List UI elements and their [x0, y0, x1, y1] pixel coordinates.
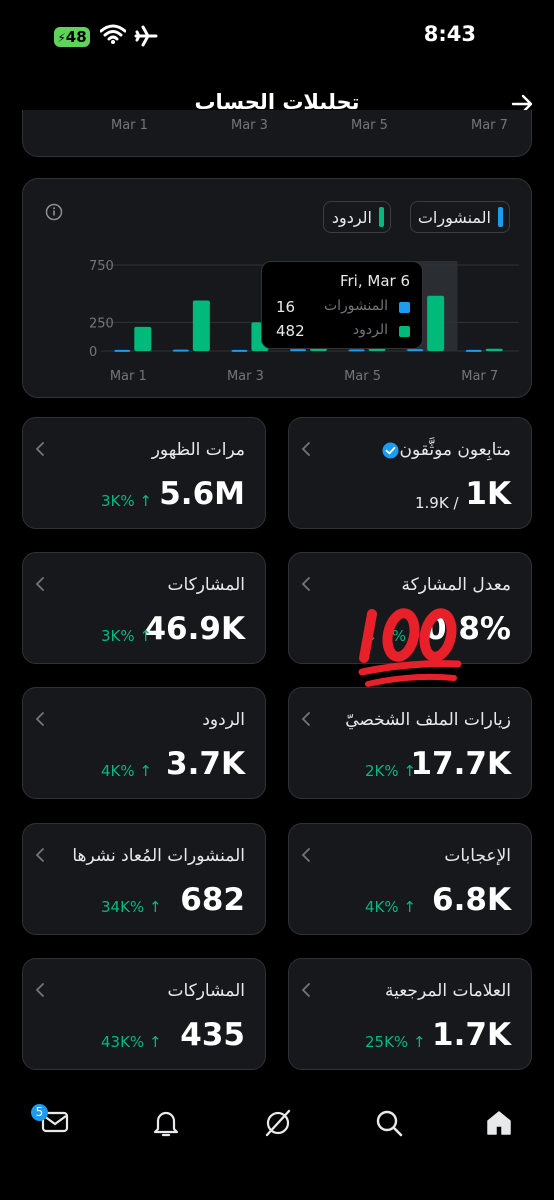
stat-card[interactable]: مرات الظهور 5.6M 3K% ↑: [22, 417, 266, 529]
tooltip-replies-label: الردود: [352, 322, 388, 338]
x-tick: Mar 3: [231, 118, 268, 133]
previous-chart-card: Mar 1 Mar 3 Mar 5 Mar 7: [22, 110, 532, 157]
stat-value: 1.7K: [432, 1017, 511, 1053]
status-time: 8:43: [423, 22, 476, 46]
stat-value: 1K: [465, 476, 511, 512]
replies-bar: [485, 348, 503, 351]
stat-value: 3.7K: [166, 746, 245, 782]
chevron-left-icon: [35, 712, 44, 726]
tooltip-posts-label: المنشورات: [323, 298, 388, 314]
x-tick-label: Mar 3: [227, 369, 264, 384]
stat-card[interactable]: المنشورات المُعاد نشرها 682 34K% ↑: [22, 823, 266, 935]
posts-bar: [231, 349, 248, 352]
stat-card[interactable]: المشاركات 435 43K% ↑: [22, 958, 266, 1070]
stat-change: 3K% ↑: [101, 627, 152, 645]
stat-value: 5.6M: [159, 476, 245, 512]
stat-card[interactable]: زيارات الملف الشخصيّ 17.7K 2K% ↑: [288, 687, 532, 799]
chevron-left-icon: [301, 712, 310, 726]
stat-title: معدل المشاركة: [401, 575, 511, 595]
verified-badge-icon: [382, 442, 399, 458]
stat-card[interactable]: العلامات المرجعية 1.7K 25K% ↑: [288, 958, 532, 1070]
stat-value: 46.9K: [144, 611, 245, 647]
stat-title: المشاركات: [167, 575, 245, 595]
replies-bar: [427, 295, 445, 351]
stat-title: المنشورات المُعاد نشرها: [72, 846, 245, 866]
x-tick-label: Mar 1: [110, 369, 147, 384]
replies-bar: [134, 326, 152, 351]
x-tick: Mar 5: [351, 118, 388, 133]
activity-chart-card: المنشورات الردود 0 250 750 Mar 1 Mar 3 Mar 5 M…: [22, 178, 532, 398]
tooltip-posts-value: 16: [276, 298, 296, 316]
stat-value: 17.7K: [410, 746, 511, 782]
stat-title: الإعجابات: [444, 846, 511, 866]
stat-title: العلامات المرجعية: [384, 981, 511, 1001]
chevron-left-icon: [35, 848, 44, 862]
search-icon[interactable]: [374, 1108, 404, 1138]
stat-value: 435: [180, 1017, 245, 1053]
posts-bar: [465, 349, 482, 352]
chevron-left-icon: [301, 848, 310, 862]
wifi-icon: [100, 24, 126, 44]
x-tick: Mar 1: [111, 118, 148, 133]
stat-change: 2K% ↑: [365, 762, 416, 780]
notifications-icon[interactable]: [152, 1108, 180, 1138]
home-icon[interactable]: [484, 1108, 514, 1138]
airplane-mode-icon: [134, 25, 158, 47]
stat-title: زيارات الملف الشخصيّ: [345, 710, 511, 730]
hundred-emoji-sticker: [358, 608, 462, 687]
y-tick-label: 250: [89, 316, 114, 331]
stat-change: 4K% ↑: [101, 762, 152, 780]
tooltip-posts-row: 16 المنشورات: [262, 298, 422, 318]
stat-card[interactable]: الإعجابات 6.8K 4K% ↑: [288, 823, 532, 935]
tooltip-replies-row: 482 الردود: [262, 322, 422, 342]
stat-card[interactable]: الردود 3.7K 4K% ↑: [22, 687, 266, 799]
replies-swatch: [399, 326, 410, 337]
x-tick-label: Mar 7: [461, 369, 498, 384]
chevron-left-icon: [301, 983, 310, 997]
tooltip-replies-value: 482: [276, 322, 305, 340]
stat-title: مرات الظهور: [151, 440, 245, 460]
messages-badge: 5: [31, 1104, 48, 1121]
posts-bar: [407, 349, 424, 352]
chevron-left-icon: [301, 577, 310, 591]
grok-icon[interactable]: [263, 1108, 293, 1138]
stat-change: 25K% ↑: [365, 1033, 426, 1051]
posts-bar: [290, 349, 306, 352]
chevron-left-icon: [35, 442, 44, 456]
x-tick: Mar 7: [471, 118, 508, 133]
stat-change: 3K% ↑: [101, 492, 152, 510]
posts-bar: [348, 349, 365, 352]
posts-swatch: [399, 302, 410, 313]
stat-card[interactable]: المشاركات 46.9K 3K% ↑: [22, 552, 266, 664]
stat-card[interactable]: متابِعون موثَّقون 1K 1.9K /: [288, 417, 532, 529]
chevron-left-icon: [35, 577, 44, 591]
stat-value: 682: [180, 882, 245, 918]
stat-change: 4K% ↑: [365, 898, 416, 916]
stat-subvalue: 1.9K /: [415, 494, 459, 512]
stat-change: 43K% ↑: [101, 1033, 162, 1051]
stat-title: متابِعون موثَّقون: [376, 440, 511, 460]
battery-indicator: ⚡48: [54, 27, 90, 47]
chevron-left-icon: [301, 442, 310, 456]
y-tick-label: 0: [89, 345, 97, 360]
x-tick-label: Mar 5: [344, 369, 381, 384]
stat-value: 6.8K: [432, 882, 511, 918]
stat-title: المشاركات: [167, 981, 245, 1001]
replies-bar: [192, 300, 210, 351]
chart-tooltip: Fri, Mar 6 16 المنشورات 482 الردود: [261, 261, 423, 349]
y-tick-label: 750: [89, 259, 114, 274]
chevron-left-icon: [35, 983, 44, 997]
tooltip-date: Fri, Mar 6: [339, 272, 410, 290]
stat-change: 34K% ↑: [101, 898, 162, 916]
stat-title: الردود: [202, 710, 245, 730]
posts-bar: [114, 349, 131, 352]
posts-bar: [172, 349, 189, 352]
